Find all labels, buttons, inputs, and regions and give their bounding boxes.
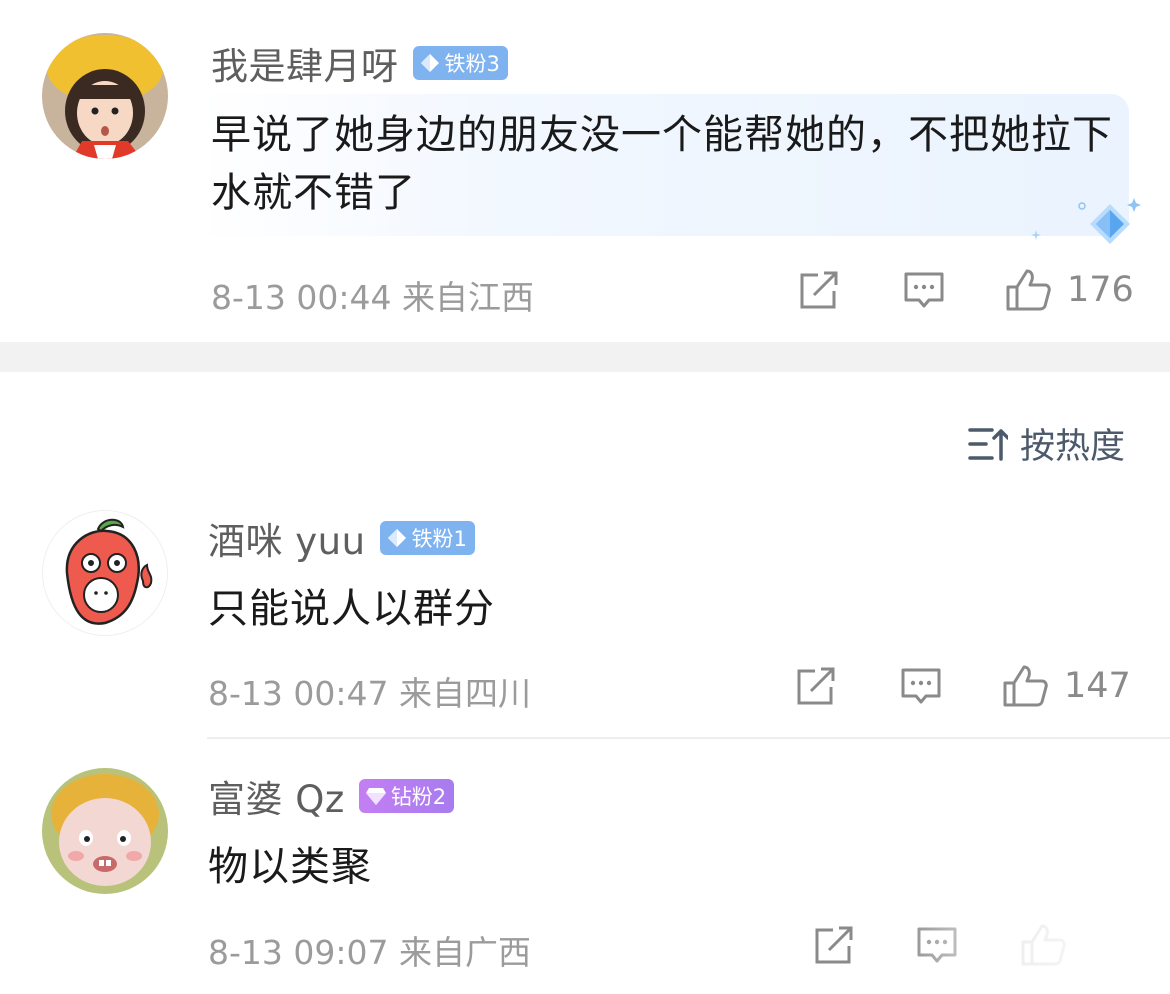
thumbs-up-icon [1006,269,1051,311]
comment-text: 物以类聚 [208,844,372,890]
badge-label: 钻粉2 [390,785,447,809]
comment-meta: 8-13 00:47 来自四川 [208,674,531,713]
share-button[interactable] [813,926,855,966]
avatar-comment-1[interactable] [42,510,168,636]
comment-text: 只能说人以群分 [208,586,495,632]
comment-icon [904,272,944,308]
diamond-icon [420,54,439,72]
badge-label: 铁粉3 [444,52,500,76]
sort-icon [968,427,1008,461]
top-comment-name-row: 我是肆月呀 铁粉3 [211,43,508,88]
comment-1-name-row: 酒咪 yuu 铁粉1 [208,518,475,563]
comment-divider [207,737,1170,739]
share-button[interactable] [798,271,840,311]
reply-button[interactable] [900,667,942,707]
like-button[interactable]: 147 [1002,664,1131,708]
avatar-top-comment[interactable] [42,33,168,159]
comment-meta: 8-13 00:44 来自江西 [211,278,534,317]
section-divider [0,342,1170,372]
diamond-icon [387,529,406,547]
fan-badge[interactable]: 铁粉1 [379,521,475,555]
avatar-comment-2[interactable] [42,768,168,894]
share-button[interactable] [795,667,837,707]
comment-meta: 8-13 09:07 来自广西 [208,933,531,972]
share-icon [800,271,838,309]
fan-badge[interactable]: 铁粉3 [412,46,508,80]
share-icon [797,667,835,705]
reply-button[interactable] [903,271,945,311]
username[interactable]: 酒咪 yuu [208,511,366,565]
username[interactable]: 富婆 Qz [208,769,345,823]
comment-text: 早说了她身边的朋友没一个能帮她的，不把她拉下水就不错了 [211,112,1113,216]
bottom-fade-overlay [900,920,1170,994]
like-count: 176 [1067,270,1134,310]
badge-label: 铁粉1 [411,527,467,551]
sparkle-diamond-icon [1031,198,1141,244]
comment-2-name-row: 富婆 Qz 钻粉2 [208,776,455,821]
comment-icon [901,668,941,704]
like-button[interactable]: 176 [1005,268,1134,312]
sort-label: 按热度 [1020,427,1126,467]
username[interactable]: 我是肆月呀 [211,36,399,90]
diamond-icon [365,788,386,805]
thumbs-up-icon [1003,665,1048,707]
sort-by-heat-button[interactable]: 按热度 [968,418,1125,469]
share-icon [815,926,853,964]
fan-badge[interactable]: 钻粉2 [358,779,455,813]
like-count: 147 [1064,666,1131,706]
